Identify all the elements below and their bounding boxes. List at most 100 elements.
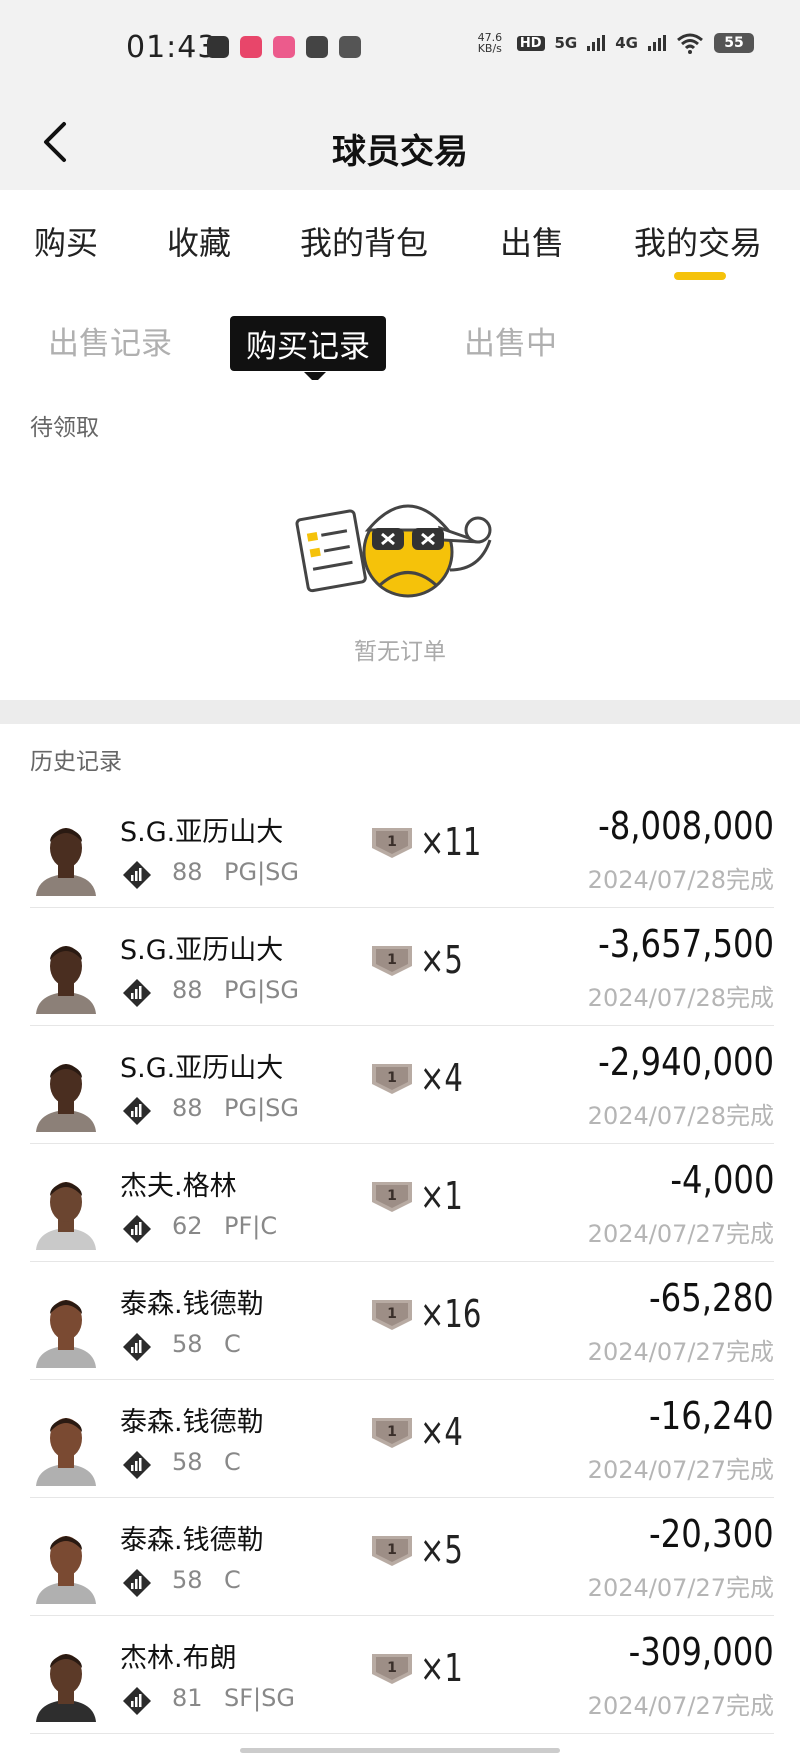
card-level-text: 1 xyxy=(387,834,397,850)
card-level-text: 1 xyxy=(387,1424,397,1440)
history-label: 历史记录 xyxy=(30,749,122,775)
player-rating: 88 xyxy=(172,858,203,886)
player-avatar xyxy=(30,1522,102,1604)
home-indicator[interactable] xyxy=(240,1748,560,1753)
rating-badge-icon xyxy=(123,1333,151,1361)
card-level-text: 1 xyxy=(387,952,397,968)
tab-buy[interactable]: 购买 xyxy=(34,218,98,264)
empty-orders-text: 暂无订单 xyxy=(354,639,446,665)
subtab-buy-records[interactable]: 购买记录 xyxy=(230,316,386,371)
trade-price: -16,240 xyxy=(649,1394,774,1438)
history-row[interactable]: S.G.亚历山大 88 PG|SG 1 ×5 -3,657,500 2024/0… xyxy=(30,908,774,1026)
card-level-icon: 1 xyxy=(372,1536,412,1566)
player-avatar xyxy=(30,1050,102,1132)
pending-label: 待领取 xyxy=(30,415,99,441)
card-level-icon: 1 xyxy=(372,946,412,976)
trade-price: -20,300 xyxy=(649,1512,774,1556)
player-name: S.G.亚历山大 xyxy=(120,935,284,966)
trade-date: 2024/07/27完成 xyxy=(587,1692,774,1720)
player-name: 泰森.钱德勒 xyxy=(120,1407,264,1438)
history-row[interactable]: 杰林.布朗 81 SF|SG 1 ×1 -309,000 2024/07/27完… xyxy=(30,1616,774,1734)
net-speed-unit: KB/s xyxy=(477,42,502,55)
card-level-text: 1 xyxy=(387,1542,397,1558)
wifi-icon xyxy=(677,33,703,54)
trade-price: -2,940,000 xyxy=(597,1040,774,1084)
player-position: PG|SG xyxy=(224,1094,299,1122)
player-avatar xyxy=(30,1168,102,1250)
trade-price: -4,000 xyxy=(669,1158,774,1202)
pending-section: 待领取 暂无订单 xyxy=(0,380,800,700)
rating-badge-icon xyxy=(123,1215,151,1243)
tab-backpack[interactable]: 我的背包 xyxy=(300,218,428,264)
card-level-icon: 1 xyxy=(372,1064,412,1094)
player-position: PG|SG xyxy=(224,976,299,1004)
network-4g-label: 4G xyxy=(615,34,638,52)
trade-date: 2024/07/28完成 xyxy=(587,866,774,894)
trade-quantity: ×5 xyxy=(420,938,463,982)
sub-tabs: 出售记录 购买记录 出售中 xyxy=(0,290,800,383)
subtab-sell-records[interactable]: 出售记录 xyxy=(48,318,172,363)
status-bar: 01:43 47.6 KB/s HD 5G 4G 55 xyxy=(0,0,800,96)
signal-icon-2 xyxy=(648,35,666,51)
trade-date: 2024/07/27完成 xyxy=(587,1456,774,1484)
active-tab-indicator xyxy=(674,272,726,280)
card-level-text: 1 xyxy=(387,1070,397,1086)
app-notification-icon xyxy=(240,36,262,58)
signal-icon xyxy=(587,35,606,51)
player-position: PG|SG xyxy=(224,858,299,886)
trade-price: -8,008,000 xyxy=(597,804,774,848)
card-level-icon: 1 xyxy=(372,1654,412,1684)
player-avatar xyxy=(30,932,102,1014)
player-rating: 58 xyxy=(172,1448,203,1476)
tiktok-icon xyxy=(207,36,229,58)
search-app-icon xyxy=(306,36,328,58)
player-position: PF|C xyxy=(224,1212,278,1240)
trade-price: -65,280 xyxy=(649,1276,774,1320)
telegram-icon xyxy=(339,36,361,58)
trade-quantity: ×1 xyxy=(420,1174,463,1218)
history-row[interactable]: S.G.亚历山大 88 PG|SG 1 ×4 -2,940,000 2024/0… xyxy=(30,1026,774,1144)
main-tabs: 购买 收藏 我的背包 出售 我的交易 xyxy=(0,190,800,290)
trade-date: 2024/07/27完成 xyxy=(587,1220,774,1248)
rating-badge-icon xyxy=(123,1569,151,1597)
player-rating: 58 xyxy=(172,1566,203,1594)
player-avatar xyxy=(30,1640,102,1722)
tab-my-trades[interactable]: 我的交易 xyxy=(634,218,762,264)
player-avatar xyxy=(30,1286,102,1368)
subtab-selling[interactable]: 出售中 xyxy=(464,318,557,363)
rating-badge-icon xyxy=(123,979,151,1007)
card-level-icon: 1 xyxy=(372,1182,412,1212)
card-level-icon: 1 xyxy=(372,828,412,858)
player-name: 杰林.布朗 xyxy=(120,1643,237,1674)
player-name: 泰森.钱德勒 xyxy=(120,1289,264,1320)
trade-quantity: ×4 xyxy=(420,1056,463,1100)
rating-badge-icon xyxy=(123,1451,151,1479)
tab-sell[interactable]: 出售 xyxy=(500,218,564,264)
history-row[interactable]: 泰森.钱德勒 58 C 1 ×16 -65,280 2024/07/27完成 xyxy=(30,1262,774,1380)
player-avatar xyxy=(30,814,102,896)
player-rating: 81 xyxy=(172,1684,203,1712)
trade-date: 2024/07/27完成 xyxy=(587,1338,774,1366)
status-indicators: 47.6 KB/s HD 5G 4G 55 xyxy=(473,32,754,54)
player-rating: 58 xyxy=(172,1330,203,1358)
network-5g-label: 5G xyxy=(554,34,578,52)
card-level-text: 1 xyxy=(387,1306,397,1322)
tab-favorites[interactable]: 收藏 xyxy=(167,218,231,264)
rating-badge-icon xyxy=(123,1097,151,1125)
trade-quantity: ×4 xyxy=(420,1410,463,1454)
card-level-text: 1 xyxy=(387,1188,397,1204)
player-position: C xyxy=(224,1566,241,1594)
net-speed: 47.6 KB/s xyxy=(473,32,507,54)
trade-date: 2024/07/28完成 xyxy=(587,984,774,1012)
section-divider xyxy=(0,700,800,724)
history-row[interactable]: 杰夫.格林 62 PF|C 1 ×1 -4,000 2024/07/27完成 xyxy=(30,1144,774,1262)
history-row[interactable]: 泰森.钱德勒 58 C 1 ×5 -20,300 2024/07/27完成 xyxy=(30,1498,774,1616)
player-position: SF|SG xyxy=(224,1684,295,1712)
history-row[interactable]: S.G.亚历山大 88 PG|SG 1 ×11 -8,008,000 2024/… xyxy=(30,790,774,908)
player-rating: 88 xyxy=(172,1094,203,1122)
player-position: C xyxy=(224,1448,241,1476)
history-row[interactable]: 泰森.钱德勒 58 C 1 ×4 -16,240 2024/07/27完成 xyxy=(30,1380,774,1498)
trade-quantity: ×5 xyxy=(420,1528,463,1572)
trade-price: -3,657,500 xyxy=(597,922,774,966)
player-avatar xyxy=(30,1404,102,1486)
